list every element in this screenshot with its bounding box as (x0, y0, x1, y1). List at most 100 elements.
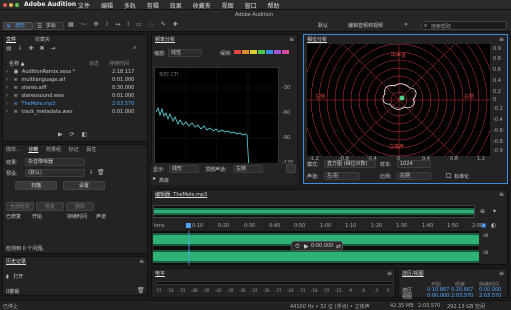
panel-menu-icon[interactable]: ≡ (499, 37, 504, 43)
playhead-marker[interactable] (186, 223, 191, 228)
timeline-ruler[interactable]: 0:10 0:20 0:30 0:40 0:50 1:00 1:10 1:20 … (170, 223, 483, 229)
menu-window[interactable]: 窗口 (245, 3, 257, 10)
window-min-dot[interactable] (9, 3, 13, 7)
advanced-toggle-icon[interactable]: ▸ (153, 176, 156, 182)
spectrum-title[interactable]: 频率分析 (155, 36, 175, 43)
preset-save-icon[interactable]: ⇩ (89, 170, 94, 176)
files-tab[interactable]: 文件 (6, 36, 16, 43)
open-file-icon[interactable]: ▤ (6, 45, 12, 52)
hud-nudge-icon[interactable]: ⇄ (336, 243, 341, 250)
hold-swatch[interactable] (258, 50, 265, 54)
hold-swatch[interactable] (282, 50, 289, 54)
overview-settings-icon[interactable]: ✦ (492, 209, 497, 215)
file-row[interactable]: › ≋ stereosound.wav 0:01.000 (6, 93, 144, 99)
hud-play-icon[interactable]: ▶ (304, 243, 309, 250)
display-select[interactable]: 线形 (169, 165, 199, 173)
settings-button[interactable]: 设置 (63, 181, 105, 190)
tab-effects-rack[interactable]: 效果组 (46, 147, 61, 153)
menu-help[interactable]: 帮助 (268, 3, 280, 10)
menu-favorites[interactable]: 收藏夹 (193, 3, 211, 10)
brush-tool-icon[interactable]: ✎ (161, 21, 166, 28)
file-row-selected[interactable]: › ≋ TheMole.mp3 2:03.570 (6, 101, 144, 107)
import-icon[interactable]: ⇩ (18, 45, 23, 52)
history-title[interactable]: 历史记录 (6, 258, 26, 265)
phase-title[interactable]: 相位分析 (307, 36, 327, 43)
loop-icon[interactable]: ⟳ (70, 131, 75, 138)
tab-diagnostics[interactable]: 诊断 (28, 147, 38, 153)
insert-icon[interactable]: ⇥ (50, 45, 55, 52)
window-max-dot[interactable] (15, 3, 19, 7)
panel-menu-icon[interactable]: ≡ (499, 192, 504, 198)
channel-select[interactable]: 左/右 (324, 172, 360, 180)
file-row[interactable]: › ▣ AuditionRemix.sesx * 2:18.117 (6, 69, 144, 75)
history-delete-icon[interactable]: 🗑 (137, 288, 145, 294)
history-item[interactable]: ▮ 打开 (6, 273, 23, 280)
hold-swatch[interactable] (242, 50, 249, 54)
tab-media[interactable]: 媒体... (6, 147, 21, 153)
slip-tool-icon[interactable]: ↔ (115, 21, 120, 28)
menu-file[interactable]: 文件 (78, 3, 90, 10)
marquee-tool-icon[interactable]: ▭ (136, 21, 142, 28)
autoplay-icon[interactable]: ◧ (82, 131, 88, 138)
col-duration-header[interactable]: 持续时间 (109, 60, 129, 67)
multitrack-button[interactable]: ☰ 多轨 (34, 22, 64, 30)
scale-select[interactable]: 线性 (168, 49, 202, 57)
waveform-area[interactable]: ⏱ ▶ 0:00.000 ⇄ (153, 231, 479, 265)
menu-edit[interactable]: 编辑 (101, 3, 113, 10)
search-box[interactable]: ⌕ 搜索帮助 (421, 21, 507, 30)
hud-time-icon[interactable]: ⏱ (295, 243, 300, 250)
window-close-dot[interactable] (3, 3, 7, 7)
scan-button[interactable]: 扫描 (15, 181, 57, 190)
effect-select[interactable]: 杂音降噪器 (25, 158, 85, 166)
tab-markers[interactable]: 标记 (69, 147, 79, 153)
mode-select[interactable]: 直方图 (相位对数) (324, 160, 376, 168)
move-tool-icon[interactable]: ✥ (94, 21, 99, 28)
file-row[interactable]: › ≋ stereo.aiff 0:30.000 (6, 85, 144, 91)
time-format-label[interactable]: hms (154, 223, 165, 229)
track-volume-icon[interactable]: ◐ (491, 223, 496, 229)
view-end[interactable]: 2:03.570 (451, 293, 473, 299)
hold-swatch[interactable] (250, 50, 257, 54)
spot-heal-tool-icon[interactable]: ✚ (173, 21, 178, 28)
tab-properties[interactable]: 属性 (86, 147, 96, 153)
hold-swatch[interactable] (274, 50, 281, 54)
expand-icon[interactable]: › (6, 109, 8, 115)
favorites-tab[interactable]: 收藏夹 (35, 36, 50, 43)
hold-swatch[interactable] (234, 50, 241, 54)
view-duration[interactable]: 2:03.570 (479, 293, 501, 299)
menu-effects[interactable]: 效果 (170, 3, 182, 10)
files-search-icon[interactable]: ⌕ (133, 45, 136, 51)
preset-delete-icon[interactable]: 🗑 (97, 170, 105, 176)
waveform-button[interactable]: ≋ 波形 (3, 22, 33, 30)
new-file-icon[interactable]: ✚ (29, 45, 34, 52)
panel-menu-icon[interactable]: ≡ (289, 37, 294, 43)
col-status-header[interactable]: 状态 (89, 60, 99, 67)
workspace-edit-video[interactable]: 编辑音频到视频 (348, 22, 383, 29)
expand-icon[interactable]: › (6, 69, 8, 75)
samples-select[interactable]: 1024 (397, 160, 431, 168)
normalize-checkbox[interactable] (446, 173, 451, 178)
workspace-default[interactable]: 默认 (318, 22, 328, 29)
ratio-select[interactable]: 右侧 (397, 172, 431, 180)
expand-icon[interactable]: › (6, 85, 8, 91)
selection-view-title[interactable]: 选区/视图 (402, 270, 424, 277)
overview-bar[interactable] (153, 205, 475, 218)
menu-clip[interactable]: 剪辑 (147, 3, 159, 10)
preset-select[interactable]: (默认) (25, 169, 85, 177)
repair-all-button[interactable]: 全部修复 (6, 202, 34, 211)
hold-swatch[interactable] (266, 50, 273, 54)
zoom-in-icon[interactable]: ⊕ (480, 209, 485, 215)
view-start[interactable]: 0:00.000 (427, 293, 449, 299)
spectral-display-icon[interactable]: ▦ (68, 21, 74, 28)
expand-icon[interactable]: › (6, 101, 8, 107)
file-row[interactable]: › ≋ multilanguage.aif 0:01.000 (6, 77, 144, 83)
panel-menu-icon[interactable]: ≡ (387, 271, 392, 277)
delete-button[interactable]: 删除 (66, 202, 94, 211)
time-selection-tool-icon[interactable]: I (127, 21, 129, 28)
panel-menu-icon[interactable]: ≡ (139, 259, 144, 265)
track-settings-icon[interactable]: ▣ (481, 223, 487, 229)
app-name[interactable]: Adobe Audition (24, 1, 76, 8)
menu-multitrack[interactable]: 多轨 (124, 3, 136, 10)
play-icon[interactable]: ▶ (58, 131, 63, 138)
menu-view[interactable]: 视图 (222, 3, 234, 10)
